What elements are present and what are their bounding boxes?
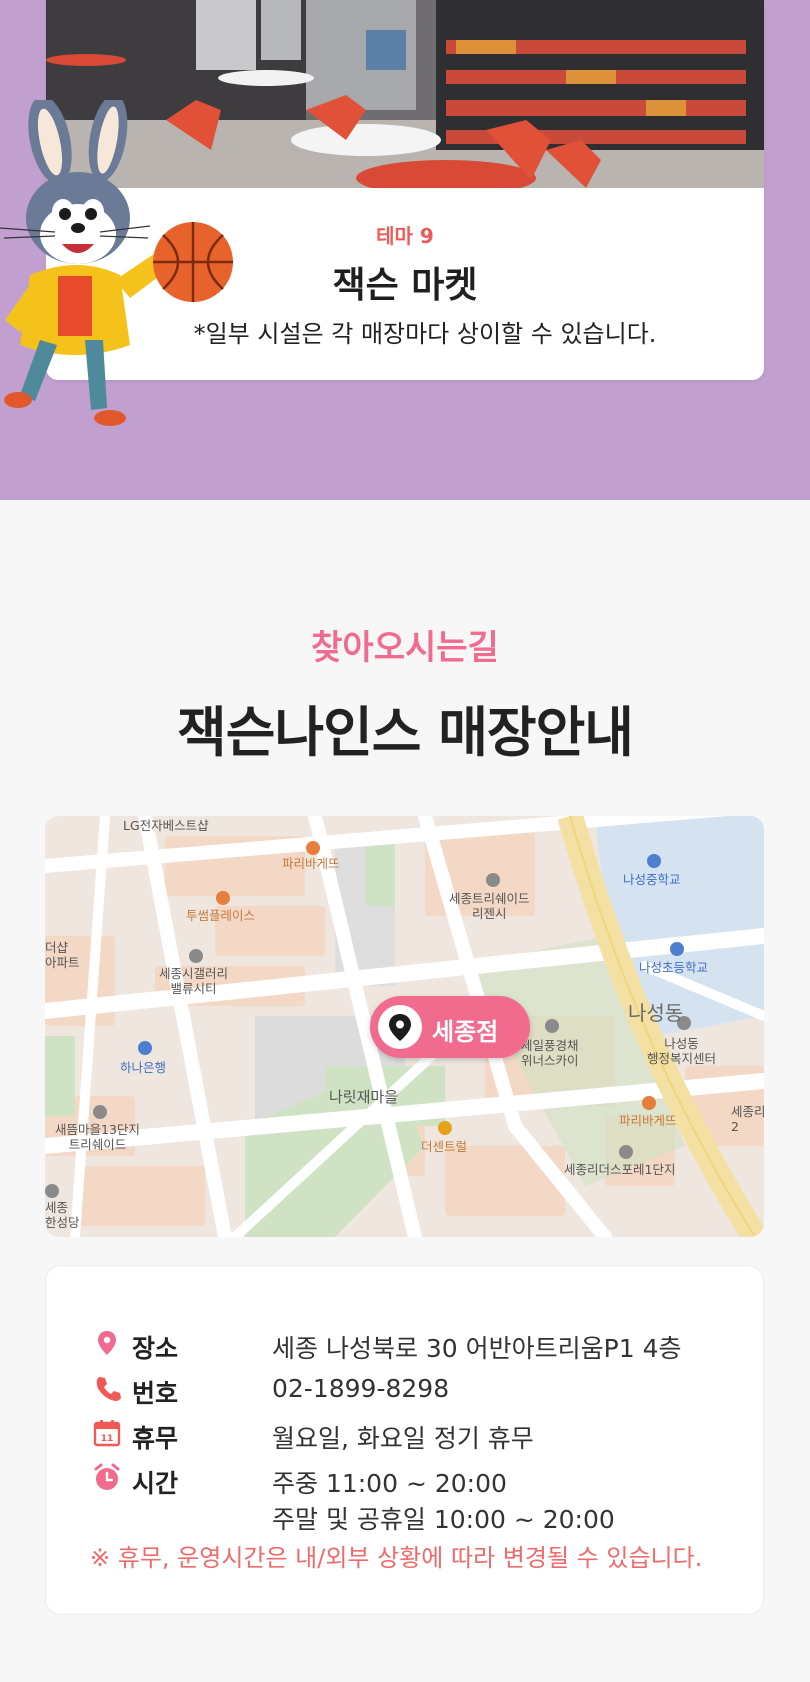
info-row-phone: 번호 02-1899-8298	[92, 1371, 732, 1408]
store-guide-title: 잭슨나인스 매장안내	[177, 701, 634, 764]
store-info-card: 장소 세종 나성북로 30 어반아트리움P1 4층 번호 02-1899-829…	[45, 1265, 764, 1615]
map-label-lg: LG전자베스트샵	[123, 818, 209, 833]
map-label-paris-1: 파리바게뜨	[282, 856, 340, 871]
map-label-apt: 더샵 아파트	[45, 940, 80, 970]
closed-value: 월요일, 화요일 정기 휴무	[272, 1424, 534, 1453]
hours-label: 시간	[132, 1469, 179, 1498]
info-row-location: 장소 세종 나성북로 30 어반아트리움P1 4층	[92, 1326, 732, 1363]
map-label-naseong-elem: 나성초등학교	[639, 960, 709, 975]
map-label-centrel: 더센트럴	[421, 1139, 468, 1154]
location-pin-icon	[98, 1331, 116, 1355]
location-pin-icon	[389, 1014, 411, 1041]
directions-subtitle: 찾아오시는길	[311, 628, 499, 668]
hours-weekday: 주중 11:00 ~ 20:00	[272, 1469, 507, 1498]
map-label-leaders: 세종리더스포레1단지	[564, 1162, 676, 1177]
map-label-sejong-right: 세종리 2	[731, 1104, 764, 1134]
closed-label: 휴무	[132, 1424, 179, 1453]
store-location-map[interactable]: LG전자베스트샵 파리바게뜨 투썸플레이스 세종트리쉐이드 리젠시 나성중학교 …	[45, 816, 764, 1237]
rabbit-mascot-illustration	[0, 100, 233, 426]
map-label-hanseong: 세종 한성당	[45, 1200, 80, 1230]
phone-label: 번호	[132, 1379, 179, 1408]
info-row-closed: 11 휴무 월요일, 화요일 정기 휴무	[92, 1416, 732, 1453]
location-value: 세종 나성북로 30 어반아트리움P1 4층	[272, 1334, 682, 1363]
map-label-sejong-tri: 세종트리쉐이드 리젠시	[449, 891, 530, 921]
map-label-paris-2: 파리바게뜨	[619, 1113, 677, 1128]
calendar-icon: 11	[93, 1420, 121, 1447]
map-label-naseong-middle: 나성중학교	[623, 872, 681, 887]
map-label-naseongdong: 나성동	[628, 1001, 684, 1025]
phone-icon	[96, 1377, 121, 1401]
hours-notice: ※ 휴무, 운영시간은 내/외부 상황에 따라 변경될 수 있습니다.	[90, 1544, 703, 1572]
location-label: 장소	[132, 1334, 179, 1363]
phone-value[interactable]: 02-1899-8298	[272, 1374, 449, 1403]
map-label-jeil: 제일풍경채 위너스카이	[521, 1038, 579, 1068]
map-label-twosome: 투썸플레이스	[186, 908, 256, 923]
calendar-day: 11	[101, 1434, 114, 1444]
pin-badge	[378, 1005, 422, 1049]
store-pin-label: 세종점	[432, 1018, 499, 1046]
map-label-saeum: 새뜸마을13단지 트리쉐이드	[55, 1122, 140, 1152]
alarm-clock-icon	[94, 1463, 120, 1490]
map-label-naritjae: 나릿재마을	[329, 1088, 399, 1106]
map-label-sejong-gallery: 세종시갤러리 밸류시티	[159, 966, 229, 996]
store-pin-marker[interactable]: 세종점	[370, 996, 530, 1058]
info-row-hours: 시간 주중 11:00 ~ 20:00 주말 및 공휴일 10:00 ~ 20:…	[92, 1461, 732, 1541]
map-label-hana-bank: 하나은행	[120, 1060, 167, 1075]
promo-section: 테마 9 잭슨 마켓 *일부 시설은 각 매장마다 상이할 수 있습니다.	[0, 0, 810, 500]
map-label-welfare-center: 나성동 행정복지센터	[647, 1036, 717, 1066]
hours-weekend: 주말 및 공휴일 10:00 ~ 20:00	[272, 1505, 615, 1534]
